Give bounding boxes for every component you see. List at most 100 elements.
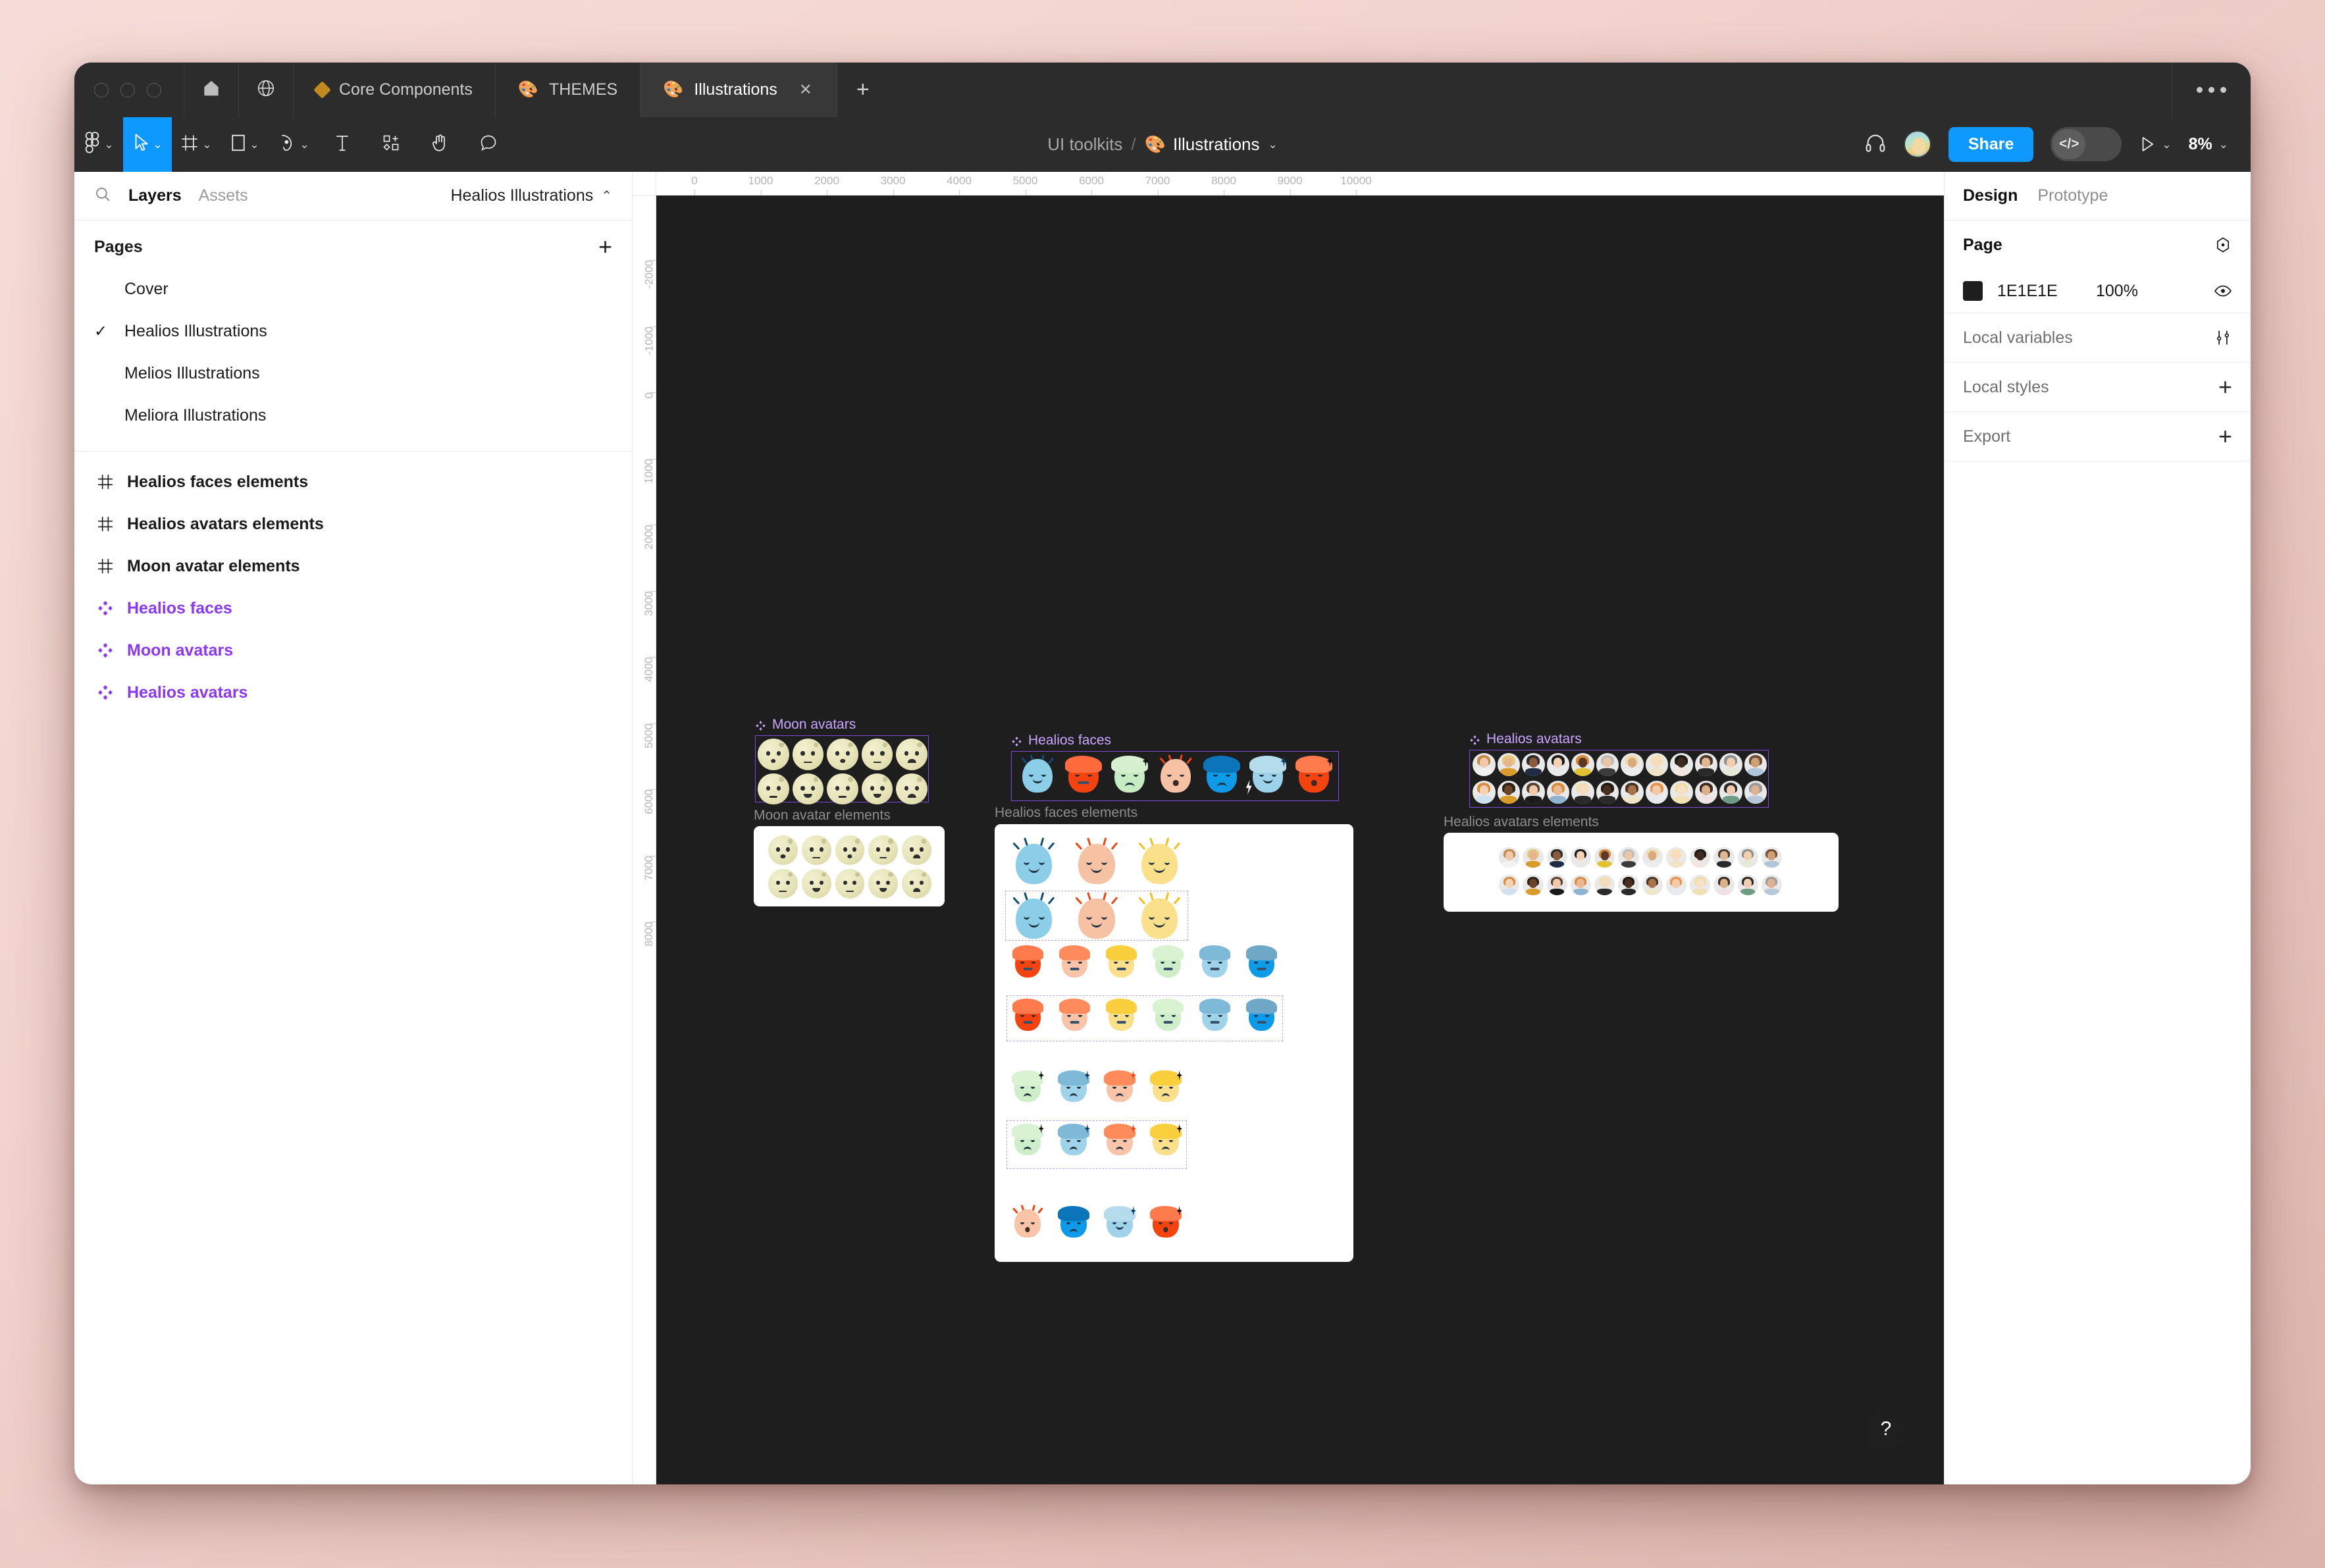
local-styles-row[interactable]: Local styles + — [1963, 363, 2232, 411]
frame-label-healios-faces[interactable]: Healios faces — [1011, 733, 1111, 748]
pen-tool-button[interactable]: ⌄ — [269, 117, 318, 172]
face-yellow-hair-flat — [1103, 944, 1140, 981]
new-tab-button[interactable]: + — [837, 63, 889, 117]
file-name-dropdown[interactable]: Healios Illustrations ⌃ — [450, 186, 612, 205]
close-window-button[interactable] — [94, 82, 109, 97]
export-row[interactable]: Export + — [1963, 412, 2232, 461]
chevron-down-icon[interactable]: ⌄ — [104, 139, 113, 150]
frame-healios-faces-elements[interactable] — [995, 824, 1353, 1262]
move-tool-button[interactable]: ⌄ — [123, 117, 172, 172]
home-button[interactable] — [184, 63, 239, 117]
page-color-hex[interactable]: 1E1E1E — [1997, 282, 2096, 301]
chevron-down-icon[interactable]: ⌄ — [300, 139, 309, 150]
close-tab-icon[interactable]: ✕ — [797, 82, 814, 98]
avatar-sprite — [1618, 875, 1639, 896]
layer-label: Healios avatars elements — [127, 514, 324, 533]
avatar-sprite — [1645, 781, 1668, 804]
design-canvas[interactable]: Moon avatars Moon avatar elements Healio… — [656, 196, 1944, 1484]
page-settings-icon[interactable] — [2214, 236, 2232, 254]
page-color-swatch[interactable] — [1963, 281, 1983, 301]
page-item-cover[interactable]: Cover — [74, 268, 632, 310]
zoom-control[interactable]: 8% ⌄ — [2189, 135, 2228, 154]
face-blue-rays — [1008, 837, 1060, 889]
frame-tool-button[interactable]: ⌄ — [172, 117, 221, 172]
tab-design[interactable]: Design — [1963, 186, 2018, 205]
selected-frame-healios-avatars[interactable] — [1469, 750, 1769, 808]
present-button[interactable]: ⌄ — [2139, 135, 2172, 153]
chevron-down-icon[interactable]: ⌄ — [2219, 139, 2228, 150]
tab-illustrations[interactable]: 🎨 Illustrations ✕ — [640, 63, 837, 117]
maximize-window-button[interactable] — [147, 82, 161, 97]
comment-tool-button[interactable] — [464, 117, 513, 172]
help-button[interactable]: ? — [1865, 1408, 1907, 1450]
tab-layers[interactable]: Layers — [128, 186, 182, 205]
layer-item-moon-avatar-elements[interactable]: Moon avatar elements — [74, 545, 632, 587]
export-section[interactable]: Export + — [1945, 412, 2251, 461]
local-variables-section[interactable]: Local variables — [1945, 313, 2251, 363]
local-styles-section[interactable]: Local styles + — [1945, 363, 2251, 412]
avatar-sprite — [1570, 847, 1591, 868]
tab-prototype[interactable]: Prototype — [2037, 186, 2108, 205]
tab-assets[interactable]: Assets — [199, 186, 248, 205]
add-export-button[interactable]: + — [2218, 425, 2232, 448]
resources-tool-button[interactable] — [367, 117, 415, 172]
frame-label-moon-avatars[interactable]: Moon avatars — [755, 717, 856, 733]
sliders-icon[interactable] — [2214, 328, 2232, 347]
face-blue-storm-frown — [1200, 754, 1243, 797]
chevron-down-icon[interactable]: ⌄ — [1268, 139, 1278, 150]
page-item-healios-illustrations[interactable]: ✓ Healios Illustrations — [74, 310, 632, 352]
frame-label-healios-avatars[interactable]: Healios avatars — [1469, 731, 1582, 747]
chevron-down-icon[interactable]: ⌄ — [153, 139, 162, 150]
breadcrumb-file[interactable]: 🎨 Illustrations — [1145, 134, 1260, 155]
local-variables-row[interactable]: Local variables — [1963, 313, 2232, 362]
faces-row-spark-2 — [1009, 1122, 1184, 1159]
figma-menu-button[interactable]: ⌄ — [74, 117, 123, 172]
ruler-tick-mark — [694, 190, 695, 196]
faces-row-flat-1 — [1009, 944, 1280, 981]
page-item-melios-illustrations[interactable]: Melios Illustrations — [74, 352, 632, 394]
chevron-down-icon[interactable]: ⌄ — [2162, 139, 2171, 150]
design-prototype-tabs: Design Prototype — [1945, 172, 2251, 221]
layer-item-healios-faces-elements[interactable]: Healios faces elements — [74, 461, 632, 503]
frame-label-healios-faces-elements[interactable]: Healios faces elements — [995, 805, 1137, 821]
minimize-window-button[interactable] — [120, 82, 135, 97]
page-opacity-value[interactable]: 100% — [2096, 282, 2138, 301]
user-avatar[interactable] — [1903, 130, 1931, 158]
frame-moon-avatar-elements[interactable] — [754, 826, 945, 906]
page-item-meliora-illustrations[interactable]: Meliora Illustrations — [74, 394, 632, 436]
more-options-button[interactable] — [2172, 63, 2251, 117]
share-button[interactable]: Share — [1948, 126, 2034, 162]
layer-item-healios-avatars[interactable]: Healios avatars — [74, 671, 632, 714]
selected-frame-healios-faces[interactable] — [1011, 751, 1339, 801]
add-local-style-button[interactable]: + — [2218, 375, 2232, 399]
page-color-row[interactable]: 1E1E1E 100% — [1963, 269, 2232, 313]
frame-label-healios-avatars-elements[interactable]: Healios avatars elements — [1444, 814, 1599, 830]
headphones-icon[interactable] — [1864, 132, 1887, 157]
ruler-tick-label: 1000 — [748, 174, 773, 187]
layer-item-healios-faces[interactable]: Healios faces — [74, 587, 632, 629]
search-icon[interactable] — [94, 186, 111, 206]
eye-icon[interactable] — [2214, 282, 2232, 300]
window-controls[interactable] — [74, 63, 184, 117]
add-page-button[interactable]: + — [598, 235, 612, 259]
frame-label-moon-avatar-elements[interactable]: Moon avatar elements — [754, 808, 891, 823]
dev-mode-toggle[interactable]: </> — [2051, 127, 2122, 161]
layer-item-healios-avatars-elements[interactable]: Healios avatars elements — [74, 503, 632, 545]
export-label: Export — [1963, 427, 2011, 446]
hand-tool-button[interactable] — [415, 117, 464, 172]
text-tool-button[interactable] — [318, 117, 367, 172]
shape-tool-button[interactable]: ⌄ — [221, 117, 269, 172]
breadcrumb-project[interactable]: UI toolkits — [1047, 134, 1122, 155]
avatar-sprite — [1690, 847, 1711, 868]
face-lightblue-bolt — [1101, 1205, 1138, 1241]
avatar-sprite — [1713, 875, 1735, 896]
frame-healios-avatars-elements[interactable] — [1444, 833, 1839, 912]
tab-core-components[interactable]: Core Components — [294, 63, 496, 117]
layer-item-moon-avatars[interactable]: Moon avatars — [74, 629, 632, 671]
explore-button[interactable] — [239, 63, 294, 117]
selected-frame-moon-avatars[interactable] — [755, 735, 929, 805]
chevron-down-icon[interactable]: ⌄ — [249, 139, 259, 150]
chevron-down-icon[interactable]: ⌄ — [202, 139, 211, 150]
tab-themes[interactable]: 🎨 THEMES — [496, 63, 641, 117]
avatar-sprite — [1670, 781, 1693, 804]
